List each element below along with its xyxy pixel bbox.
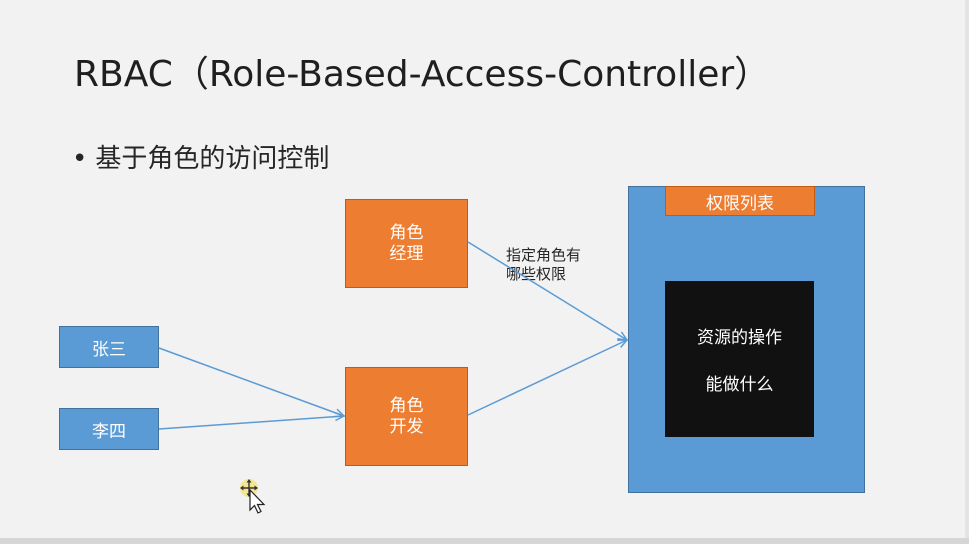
- arrow-developer-to-permissions: [467, 340, 627, 416]
- arrow-manager-to-permissions: [467, 241, 627, 340]
- connector-arrows: [158, 241, 969, 430]
- arrow-zhangsan-to-developer: [158, 347, 344, 416]
- right-edge: [965, 0, 969, 538]
- arrow-lisi-to-developer: [158, 416, 344, 430]
- slide: RBAC（Role-Based-Access-Controller） • 基于角色…: [0, 0, 969, 538]
- move-cursor-icon: [240, 479, 266, 514]
- bottom-bar: [0, 538, 969, 544]
